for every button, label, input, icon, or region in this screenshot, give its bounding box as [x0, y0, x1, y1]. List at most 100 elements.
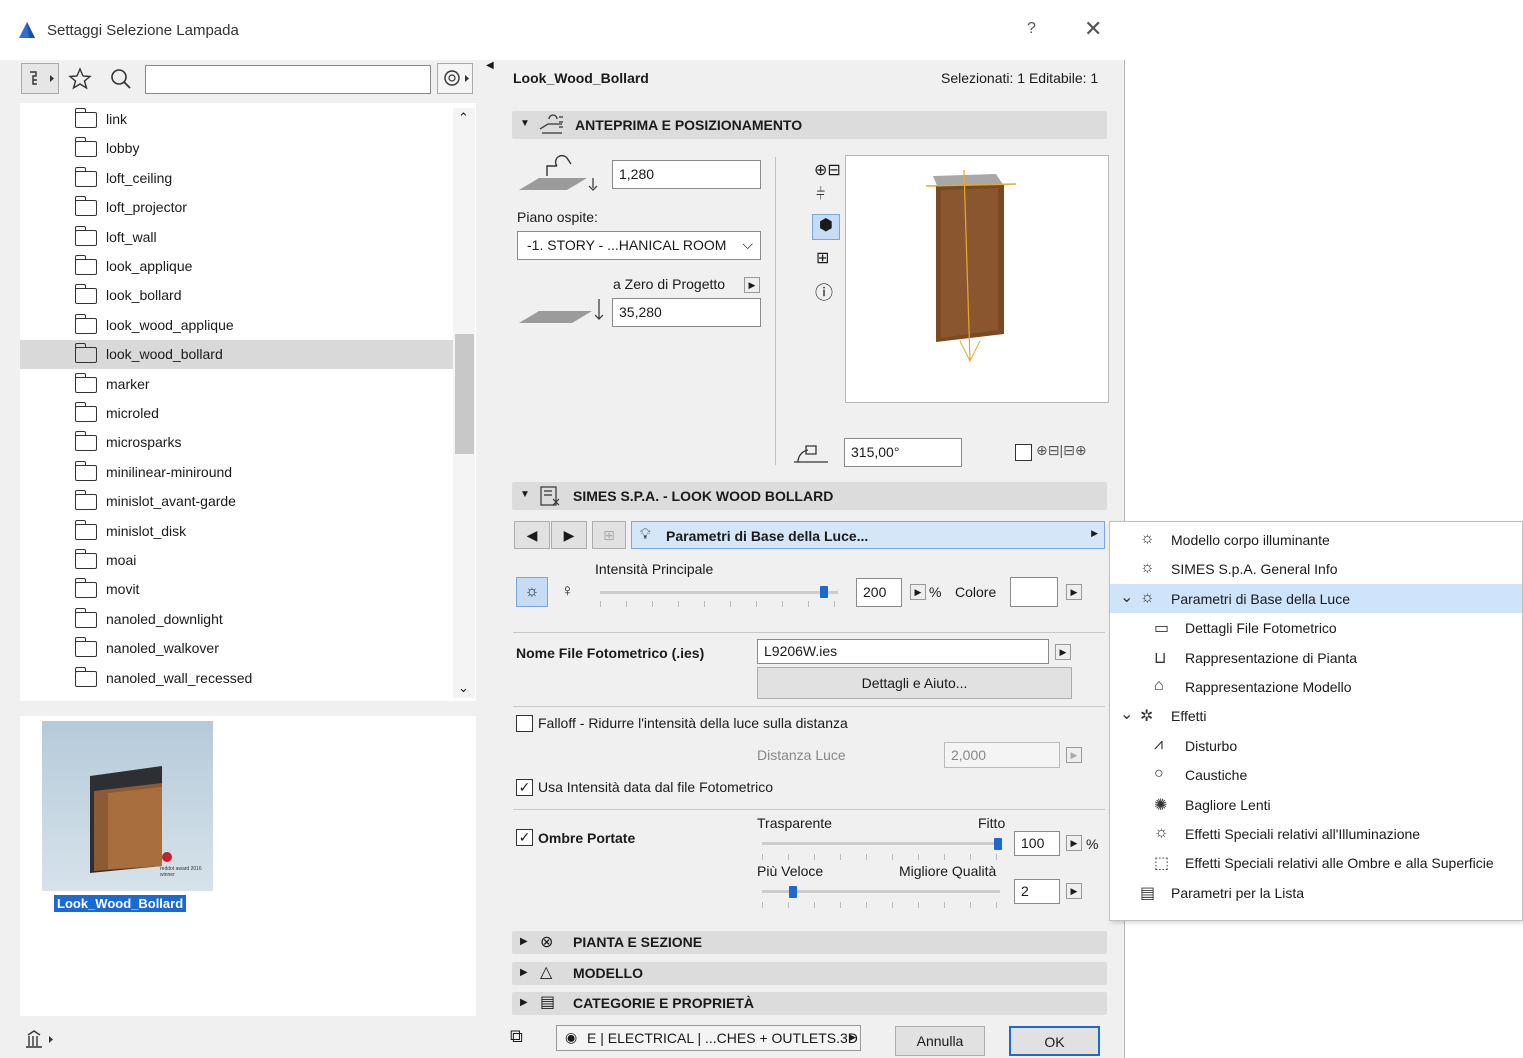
- cancel-button[interactable]: Annulla: [895, 1026, 985, 1056]
- tree-item[interactable]: loft_projector: [20, 193, 453, 222]
- section-parameters[interactable]: ▼ SIMES S.P.A. - LOOK WOOD BOLLARD: [512, 482, 1107, 510]
- object-preview-image[interactable]: reddot award 2016 winner: [42, 721, 213, 891]
- shadow-menu-button[interactable]: ▶: [1066, 835, 1082, 851]
- search-input[interactable]: [145, 65, 431, 94]
- scroll-down-icon[interactable]: ⌄: [458, 680, 469, 696]
- tree-item[interactable]: moai: [20, 546, 453, 575]
- next-page-button[interactable]: ▶: [551, 521, 587, 549]
- quality-slider-thumb[interactable]: [788, 886, 797, 898]
- menu-item[interactable]: ☼ SIMES S.p.A. General Info: [1110, 554, 1522, 583]
- tree-item[interactable]: nanoled_downlight: [20, 605, 453, 634]
- shadow-ticks: [762, 854, 1000, 860]
- falloff-checkbox[interactable]: [516, 715, 533, 732]
- intensity-slider[interactable]: [600, 591, 838, 594]
- distance-field[interactable]: 2,000: [944, 742, 1060, 768]
- menu-item[interactable]: ○ Caustiche: [1110, 760, 1522, 789]
- mirror-checkbox[interactable]: [1015, 444, 1032, 461]
- info-icon[interactable]: ⓘ: [815, 279, 833, 305]
- use-ies-checkbox[interactable]: ✓: [516, 779, 533, 796]
- rotation-angle-field[interactable]: 315,00°: [844, 438, 962, 467]
- host-story-select[interactable]: -1. STORY - ...HANICAL ROOM ⌵: [517, 231, 761, 260]
- tree-item[interactable]: nanoled_wall_recessed: [20, 664, 453, 693]
- tree-item-label: look_wood_applique: [106, 316, 234, 333]
- menu-item[interactable]: ✺ Bagliore Lenti: [1110, 790, 1522, 819]
- tree-view-button[interactable]: [21, 63, 59, 94]
- tree-item[interactable]: nanoled_walkover: [20, 634, 453, 663]
- quality-field[interactable]: 2: [1014, 879, 1060, 904]
- folder-icon: [74, 255, 97, 275]
- menu-item[interactable]: ⌂ Rappresentazione Modello: [1110, 672, 1522, 701]
- menu-item[interactable]: ☼ Modello corpo illuminante: [1110, 525, 1522, 554]
- page-selector-dropdown[interactable]: 💡︎ Parametri di Base della Luce... ▶: [631, 521, 1105, 549]
- plan-section-icon: ⊗: [540, 934, 554, 951]
- tree-item[interactable]: movit: [20, 575, 453, 604]
- quality-menu-button[interactable]: ▶: [1066, 883, 1082, 899]
- light-off-button[interactable]: ♀: [561, 581, 574, 601]
- dimension-view-icon[interactable]: ⊞: [816, 248, 829, 268]
- tree-item[interactable]: lobby: [20, 134, 453, 163]
- intensity-field[interactable]: 200: [856, 578, 902, 607]
- close-button[interactable]: ✕: [1084, 16, 1102, 42]
- color-swatch[interactable]: [1010, 577, 1058, 607]
- tree-item[interactable]: loft_wall: [20, 223, 453, 252]
- tree-item[interactable]: microled: [20, 399, 453, 428]
- page-list-button[interactable]: ⊞: [592, 521, 626, 549]
- 3d-view-button[interactable]: ⬢: [812, 214, 840, 240]
- 3d-preview-canvas[interactable]: [845, 155, 1109, 403]
- tree-item[interactable]: marker: [20, 370, 453, 399]
- section-anteprima[interactable]: ▼ ANTEPRIMA E POSIZIONAMENTO: [512, 111, 1107, 139]
- menu-item[interactable]: ▭ Dettagli File Fotometrico: [1110, 613, 1522, 642]
- library-manager-button[interactable]: [22, 1027, 62, 1053]
- tree-item-label: link: [106, 111, 128, 127]
- section-pianta[interactable]: ▶ ⊗ PIANTA E SEZIONE: [512, 931, 1107, 954]
- star-icon[interactable]: [68, 67, 92, 91]
- reference-menu-button[interactable]: ▶: [744, 277, 760, 293]
- plan-view-icon[interactable]: ⊕⊟: [814, 160, 841, 180]
- menu-item[interactable]: ⊔ Rappresentazione di Pianta: [1110, 643, 1522, 672]
- collapse-panel-arrow[interactable]: ◀: [486, 60, 494, 71]
- menu-item[interactable]: ▤ Parametri per la Lista: [1110, 878, 1522, 907]
- section-modello[interactable]: ▶ △ MODELLO: [512, 962, 1107, 985]
- tree-item[interactable]: look_wood_bollard: [20, 340, 453, 370]
- tree-item[interactable]: look_applique: [20, 252, 453, 281]
- lens-flare-icon: ✺: [1154, 796, 1168, 814]
- shadows-checkbox[interactable]: ✓: [516, 829, 533, 846]
- tree-item-label: look_applique: [106, 258, 193, 274]
- color-menu-button[interactable]: ▶: [1066, 584, 1082, 600]
- ok-button[interactable]: OK: [1009, 1026, 1100, 1056]
- settings-menu-button[interactable]: [437, 63, 473, 94]
- height-field[interactable]: 1,280: [612, 160, 761, 189]
- help-button[interactable]: ?: [1027, 20, 1036, 38]
- tree-item[interactable]: minilinear-miniround: [20, 458, 453, 487]
- intensity-menu-button[interactable]: ▶: [910, 584, 926, 600]
- light-on-button[interactable]: ☼: [516, 577, 548, 607]
- ies-field[interactable]: L9206W.ies: [757, 639, 1049, 664]
- menu-item[interactable]: ⌄ ☼ Parametri di Base della Luce: [1110, 583, 1522, 613]
- menu-item[interactable]: ⩘ Disturbo: [1110, 731, 1522, 760]
- menu-item[interactable]: ☼ Effetti Speciali relativi all'Illuminaz…: [1110, 819, 1522, 848]
- quality-slider[interactable]: [762, 890, 1000, 893]
- menu-item[interactable]: ⌄ ✲ Effetti: [1110, 701, 1522, 730]
- elevation-field[interactable]: 35,280: [612, 298, 761, 327]
- section-categorie[interactable]: ▶ ▤ CATEGORIE E PROPRIETÀ: [512, 992, 1107, 1015]
- scroll-up-icon[interactable]: ⌃: [458, 110, 469, 126]
- shadow-slider-thumb[interactable]: [993, 838, 1002, 850]
- tree-item[interactable]: look_bollard: [20, 281, 453, 310]
- shadow-field[interactable]: 100: [1014, 831, 1060, 856]
- menu-item[interactable]: ⬚ Effetti Speciali relativi alle Ombre e …: [1110, 848, 1522, 877]
- details-help-button[interactable]: Dettagli e Aiuto...: [757, 667, 1072, 699]
- section-view-icon[interactable]: ⫩: [816, 186, 825, 204]
- tree-item[interactable]: microsparks: [20, 428, 453, 457]
- prev-page-button[interactable]: ◀: [514, 521, 550, 549]
- shadow-slider[interactable]: [762, 842, 1000, 845]
- tree-item[interactable]: minislot_disk: [20, 517, 453, 546]
- ies-menu-button[interactable]: ▶: [1055, 644, 1071, 660]
- layer-selector[interactable]: ◉ E | ELECTRICAL | ...CHES + OUTLETS.3D …: [556, 1025, 861, 1051]
- tree-item[interactable]: loft_ceiling: [20, 164, 453, 193]
- tree-item[interactable]: look_wood_applique: [20, 311, 453, 340]
- tree-item[interactable]: minislot_avant-garde: [20, 487, 453, 516]
- tree-scroll-thumb[interactable]: [455, 334, 474, 454]
- tree-item[interactable]: link: [20, 105, 453, 134]
- distance-menu-button[interactable]: ▶: [1066, 747, 1082, 763]
- intensity-slider-thumb[interactable]: [819, 586, 828, 598]
